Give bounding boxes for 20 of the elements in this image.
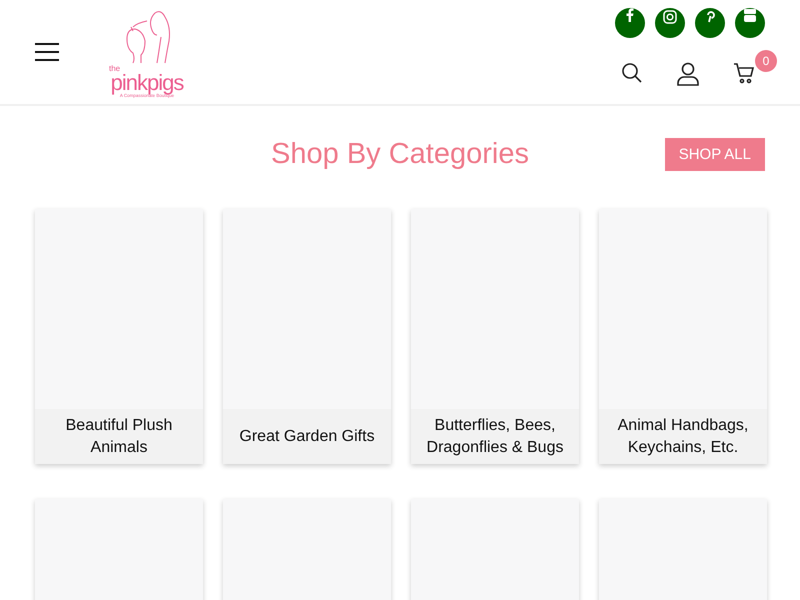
facebook-link[interactable] xyxy=(615,8,645,38)
category-card[interactable]: Butterflies, Bees, Dragonflies & Bugs xyxy=(411,209,579,464)
video-link[interactable] xyxy=(735,8,765,38)
cart-icon xyxy=(733,62,755,84)
instagram-link[interactable] xyxy=(655,8,685,38)
account-button[interactable] xyxy=(677,62,699,86)
search-icon xyxy=(621,62,643,84)
category-card[interactable]: Great Garden Gifts xyxy=(223,209,391,464)
logo-name: pinkpigs xyxy=(110,73,184,93)
section-title: Shop By Categories xyxy=(271,138,529,170)
pinterest-link[interactable] xyxy=(695,8,725,38)
user-icon xyxy=(677,62,699,86)
facebook-icon xyxy=(626,8,634,22)
category-card[interactable]: Animal Handbags, Keychains, Etc. xyxy=(599,209,767,464)
cart-button[interactable] xyxy=(733,62,755,86)
instagram-icon xyxy=(663,10,677,24)
category-card[interactable]: Beautiful Plush Animals xyxy=(35,209,203,464)
logo-text: the xyxy=(109,65,120,74)
cart-count: 0 xyxy=(755,50,777,72)
menu-button[interactable] xyxy=(35,43,59,61)
